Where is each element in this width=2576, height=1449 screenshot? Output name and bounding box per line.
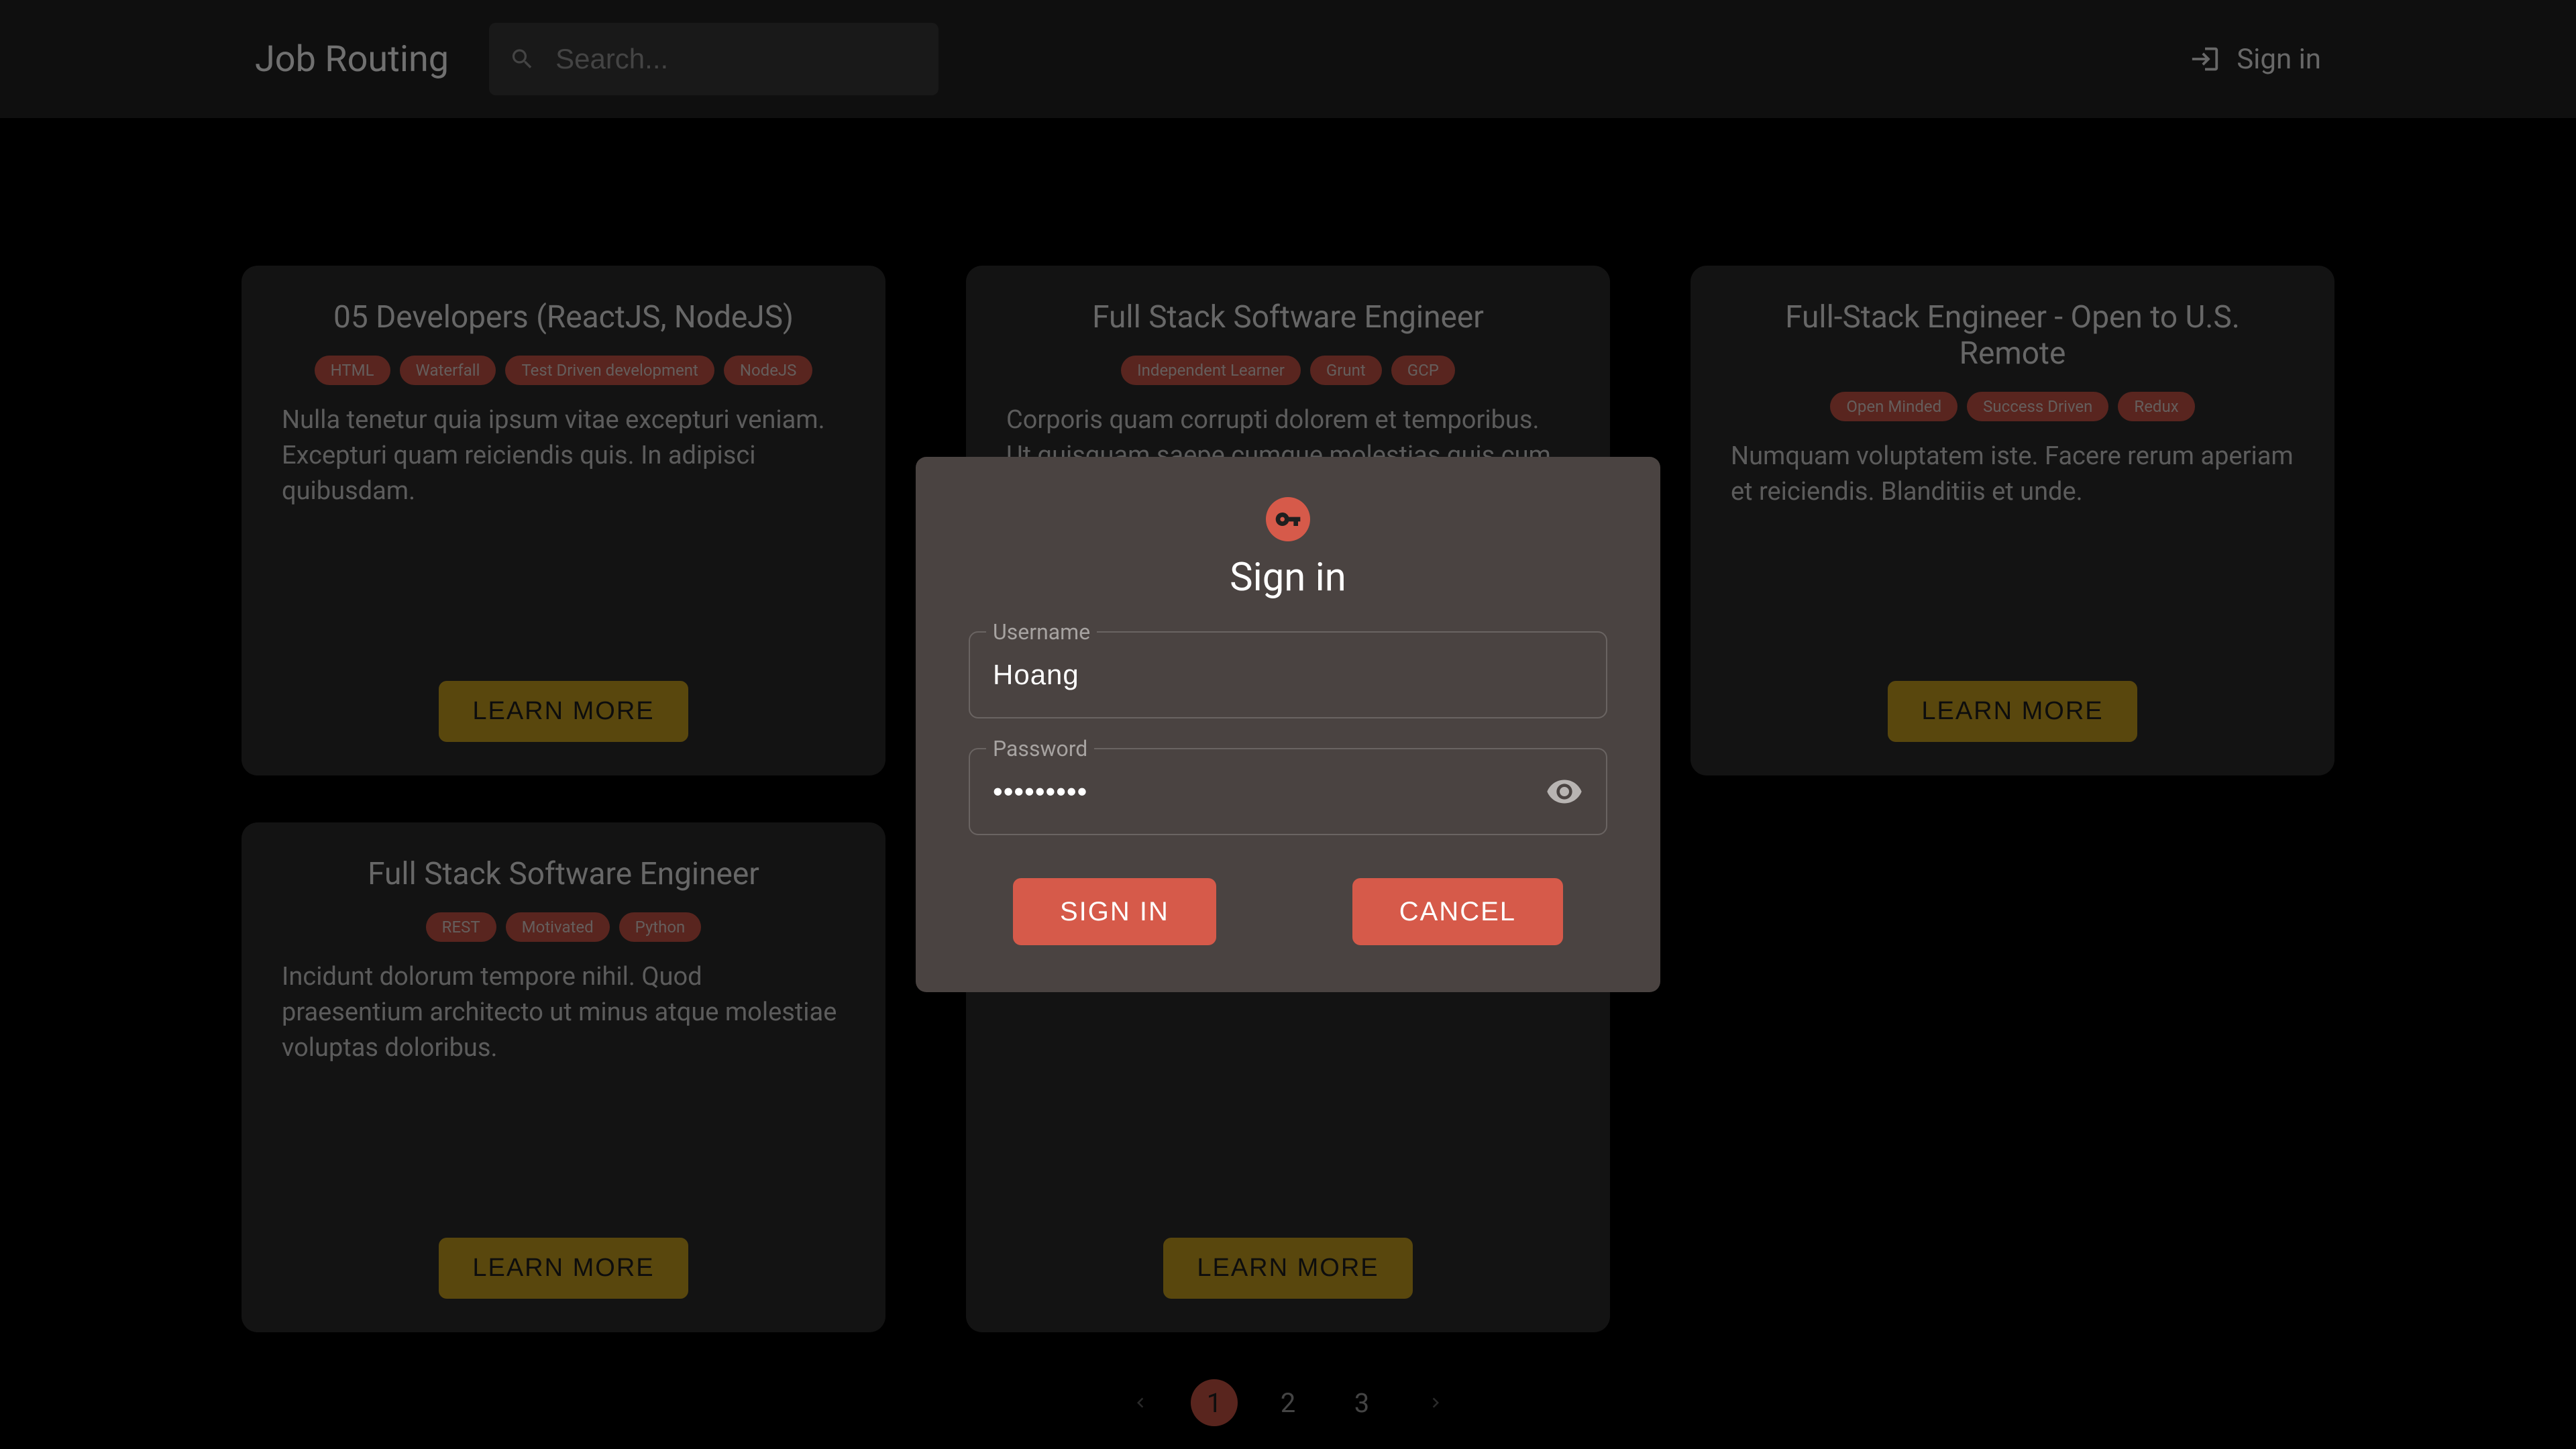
username-field-wrap: Username (969, 631, 1607, 718)
username-label: Username (986, 619, 1097, 645)
password-label: Password (986, 736, 1094, 761)
password-input[interactable] (993, 775, 1546, 808)
signin-button[interactable]: SIGN IN (1013, 878, 1216, 945)
signin-modal: Sign in Username Password SIGN IN CANCEL (916, 457, 1660, 992)
key-icon (1275, 506, 1301, 533)
username-input[interactable] (993, 659, 1583, 691)
key-avatar (1266, 497, 1310, 541)
cancel-button[interactable]: CANCEL (1352, 878, 1563, 945)
password-field-wrap: Password (969, 748, 1607, 835)
modal-title: Sign in (1230, 555, 1346, 600)
eye-icon[interactable] (1546, 773, 1583, 810)
modal-actions: SIGN IN CANCEL (1013, 878, 1563, 945)
